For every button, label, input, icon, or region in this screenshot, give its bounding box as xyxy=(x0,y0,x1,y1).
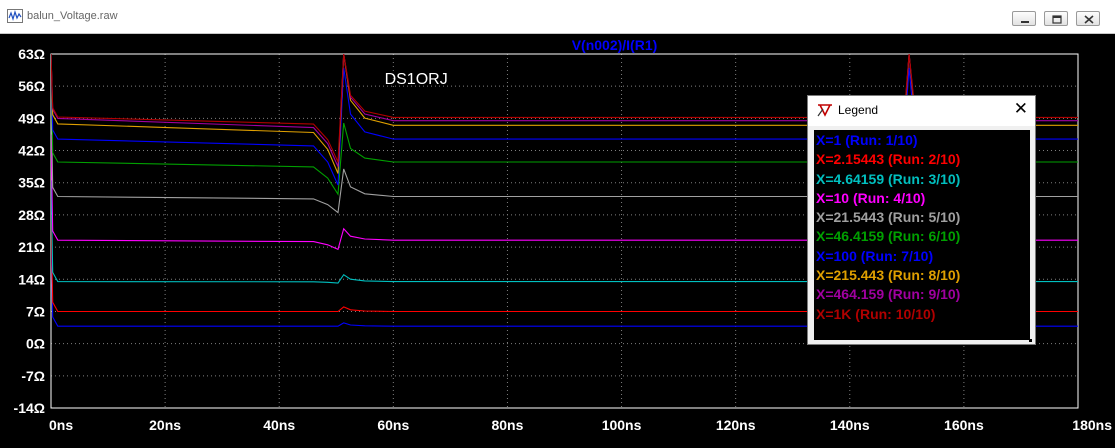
legend-item[interactable]: X=46.4159 (Run: 6/10) xyxy=(814,227,1030,246)
y-tick-label: 42Ω xyxy=(18,143,45,159)
legend-title: Legend xyxy=(838,103,879,117)
legend-item[interactable]: X=100 (Run: 7/10) xyxy=(814,247,1030,266)
window-titlebar: balun_Voltage.raw xyxy=(0,0,1115,34)
chart-annotation: DS1ORJ xyxy=(385,71,448,88)
legend-list: X=1 (Run: 1/10) X=2.15443 (Run: 2/10) X=4.… xyxy=(814,130,1030,340)
restore-button[interactable] xyxy=(1044,11,1068,26)
x-tick-label: 120ns xyxy=(716,417,756,433)
x-tick-label: 40ns xyxy=(263,417,295,433)
legend-close-icon[interactable]: ✕ xyxy=(1014,100,1028,118)
legend-item[interactable]: X=464.159 (Run: 9/10) xyxy=(814,285,1030,304)
x-tick-label: 100ns xyxy=(602,417,642,433)
minimize-icon xyxy=(1021,21,1029,23)
legend-item[interactable]: X=4.64159 (Run: 3/10) xyxy=(814,170,1030,189)
y-tick-label: 14Ω xyxy=(18,271,45,287)
x-tick-label: 180ns xyxy=(1072,417,1112,433)
waveform-app-icon xyxy=(7,9,23,23)
close-window-button[interactable] xyxy=(1076,11,1100,26)
y-tick-label: 21Ω xyxy=(18,239,45,255)
y-tick-label: 63Ω xyxy=(18,46,45,62)
window-title: balun_Voltage.raw xyxy=(27,10,118,22)
legend-app-icon xyxy=(817,104,832,117)
legend-item[interactable]: X=10 (Run: 4/10) xyxy=(814,189,1030,208)
x-tick-label: 60ns xyxy=(377,417,409,433)
y-tick-label: 28Ω xyxy=(18,207,45,223)
legend-item[interactable]: X=1K (Run: 10/10) xyxy=(814,305,1030,324)
y-tick-label: 7Ω xyxy=(26,303,45,319)
x-tick-label: 0ns xyxy=(49,417,73,433)
x-tick-label: 80ns xyxy=(491,417,523,433)
x-tick-label: 140ns xyxy=(830,417,870,433)
minimize-button[interactable] xyxy=(1012,11,1036,26)
y-tick-label: 49Ω xyxy=(18,110,45,126)
y-tick-label: 56Ω xyxy=(18,78,45,94)
y-tick-label: -7Ω xyxy=(21,368,45,384)
y-tick-label: 0Ω xyxy=(26,336,45,352)
legend-header: Legend ✕ xyxy=(808,96,1035,126)
chart-title: V(n002)/I(R1) xyxy=(572,37,658,53)
legend-item[interactable]: X=1 (Run: 1/10) xyxy=(814,131,1030,150)
y-tick-label: -14Ω xyxy=(14,400,45,416)
legend-item[interactable]: X=21.5443 (Run: 5/10) xyxy=(814,208,1030,227)
x-tick-label: 20ns xyxy=(149,417,181,433)
legend-window[interactable]: Legend ✕ X=1 (Run: 1/10) X=2.15443 (Run: … xyxy=(807,95,1036,345)
restore-icon xyxy=(1052,15,1062,24)
legend-item[interactable]: X=2.15443 (Run: 2/10) xyxy=(814,150,1030,169)
y-tick-label: 35Ω xyxy=(18,175,45,191)
close-icon xyxy=(1084,15,1094,24)
legend-item[interactable]: X=215.443 (Run: 8/10) xyxy=(814,266,1030,285)
x-tick-label: 160ns xyxy=(944,417,984,433)
legend-resize-grip[interactable] xyxy=(1029,339,1032,342)
